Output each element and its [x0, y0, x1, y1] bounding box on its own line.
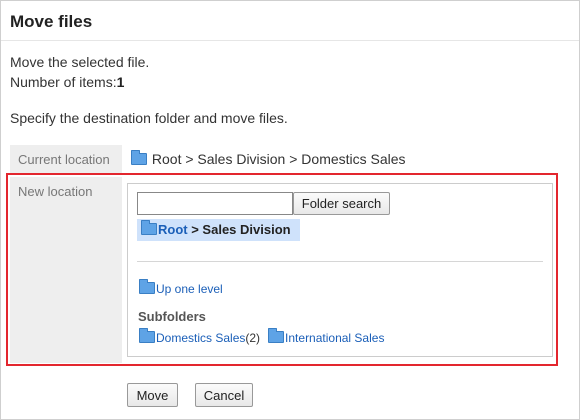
current-location-path: Root > Sales Division > Domestics Sales — [131, 150, 406, 167]
items-count-line: Number of items:1 — [10, 74, 124, 90]
folder-icon — [131, 150, 147, 165]
move-button[interactable]: Move — [127, 383, 178, 407]
new-location-highlight — [6, 173, 558, 366]
title-divider — [1, 40, 579, 41]
current-location-label: Current location — [10, 145, 122, 173]
items-count-label: Number of items: — [10, 74, 117, 90]
instruction-text: Specify the destination folder and move … — [10, 110, 288, 126]
cancel-button[interactable]: Cancel — [195, 383, 253, 407]
description-text: Move the selected file. — [10, 54, 150, 70]
page-title: Move files — [10, 12, 93, 31]
current-location-text: Root > Sales Division > Domestics Sales — [151, 151, 406, 167]
items-count-value: 1 — [116, 74, 125, 90]
